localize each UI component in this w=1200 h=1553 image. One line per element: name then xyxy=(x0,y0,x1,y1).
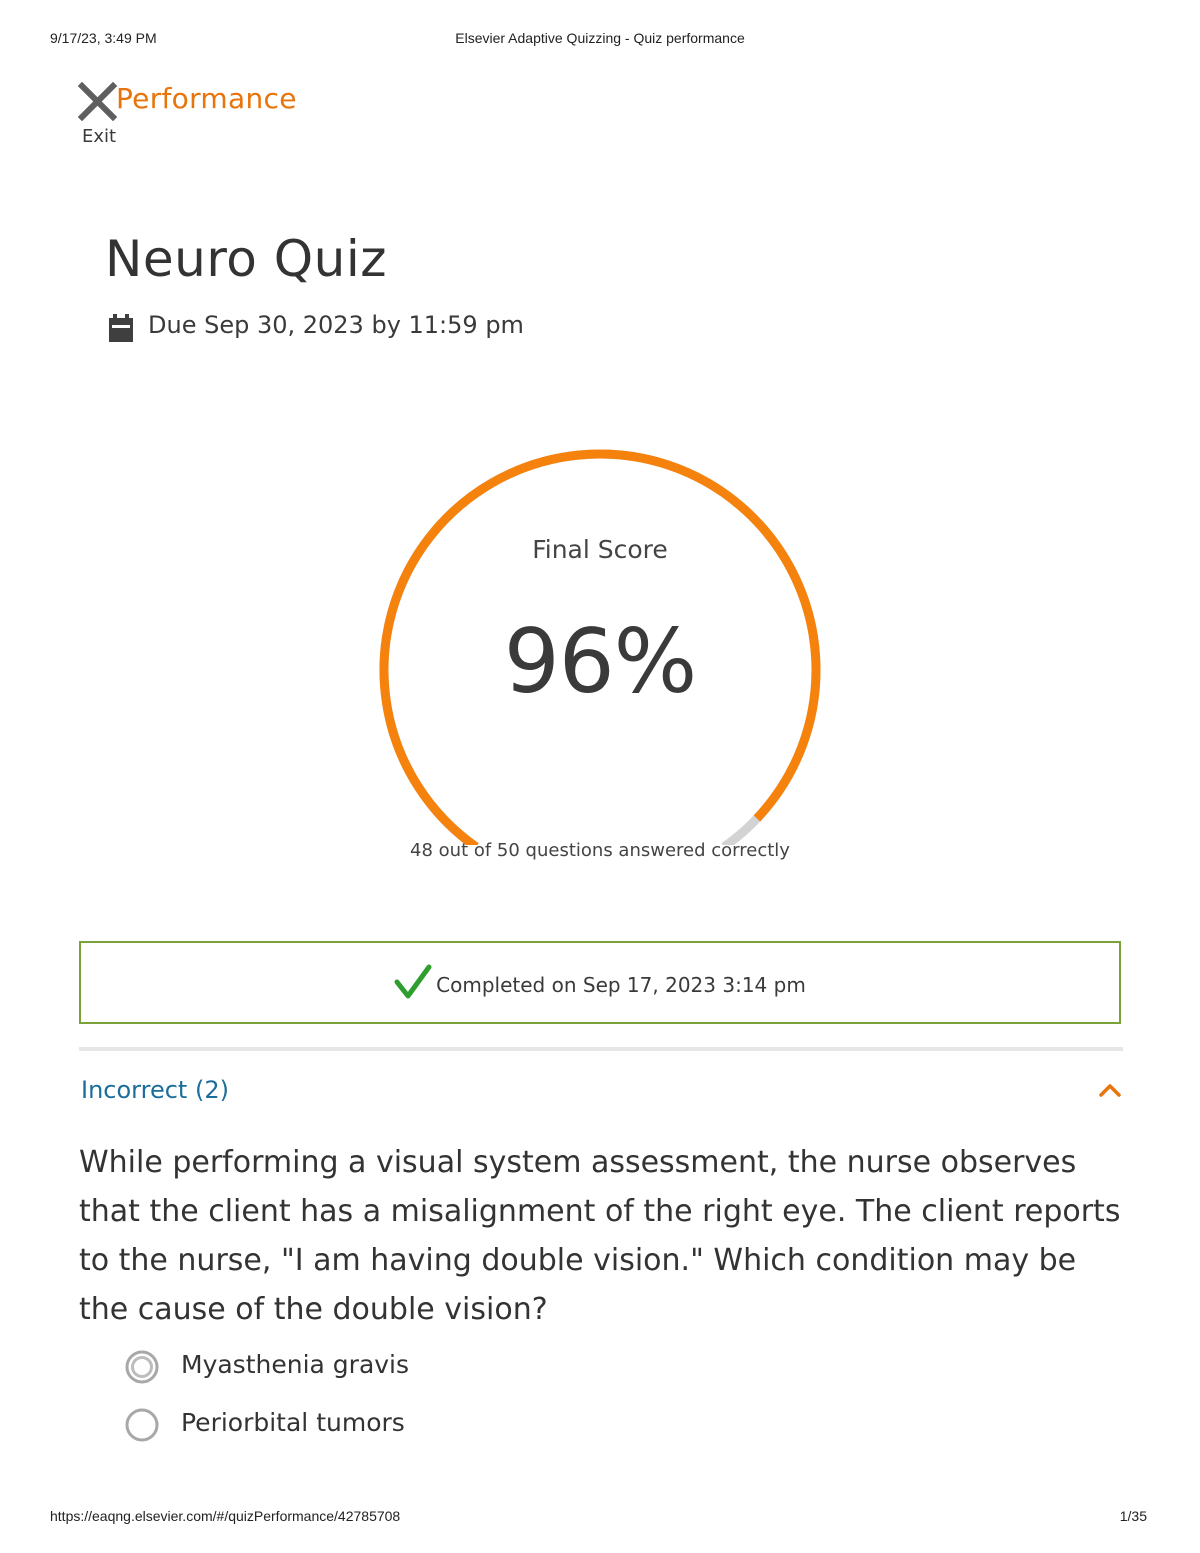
completion-status-box: Completed on Sep 17, 2023 3:14 pm xyxy=(79,941,1121,1024)
answer-option[interactable]: Myasthenia gravis xyxy=(125,1348,625,1390)
calendar-icon xyxy=(109,314,133,342)
answer-option[interactable]: Periorbital tumors xyxy=(125,1406,625,1448)
print-url: https://eaqng.elsevier.com/#/quizPerform… xyxy=(50,1508,401,1524)
completion-status-text: Completed on Sep 17, 2023 3:14 pm xyxy=(436,973,806,997)
score-gauge: Final Score 96% 48 out of 50 questions a… xyxy=(370,445,830,890)
incorrect-section-toggle[interactable]: Incorrect (2) xyxy=(79,1070,1123,1114)
radio-selected-icon[interactable] xyxy=(125,1350,159,1384)
chevron-up-icon[interactable] xyxy=(1099,1082,1121,1098)
answer-option-label: Periorbital tumors xyxy=(181,1408,405,1437)
answer-option-label: Myasthenia gravis xyxy=(181,1350,410,1379)
checkmark-icon xyxy=(394,964,432,999)
question-text: While performing a visual system assessm… xyxy=(79,1145,1121,1327)
top-bar: Exit Performance xyxy=(78,80,378,160)
exit-label: Exit xyxy=(82,126,117,147)
final-score-label: Final Score xyxy=(532,535,668,564)
score-caption: 48 out of 50 questions answered correctl… xyxy=(410,840,790,861)
due-date-text: Due Sep 30, 2023 by 11:59 pm xyxy=(148,311,524,339)
section-divider xyxy=(79,1047,1123,1051)
page-title: Performance xyxy=(116,82,297,115)
final-score-value: 96% xyxy=(503,610,698,713)
print-header: 9/17/23, 3:49 PM Elsevier Adaptive Quizz… xyxy=(0,30,1200,50)
print-page-number: 1/35 xyxy=(1119,1508,1147,1524)
exit-button[interactable]: Exit xyxy=(78,80,120,148)
print-footer: https://eaqng.elsevier.com/#/quizPerform… xyxy=(0,1508,1200,1528)
close-x-icon xyxy=(78,82,118,122)
radio-unselected-icon[interactable] xyxy=(125,1408,159,1442)
quiz-title: Neuro Quiz xyxy=(105,230,387,288)
print-document-title: Elsevier Adaptive Quizzing - Quiz perfor… xyxy=(455,30,745,46)
incorrect-section-title: Incorrect (2) xyxy=(81,1076,229,1104)
